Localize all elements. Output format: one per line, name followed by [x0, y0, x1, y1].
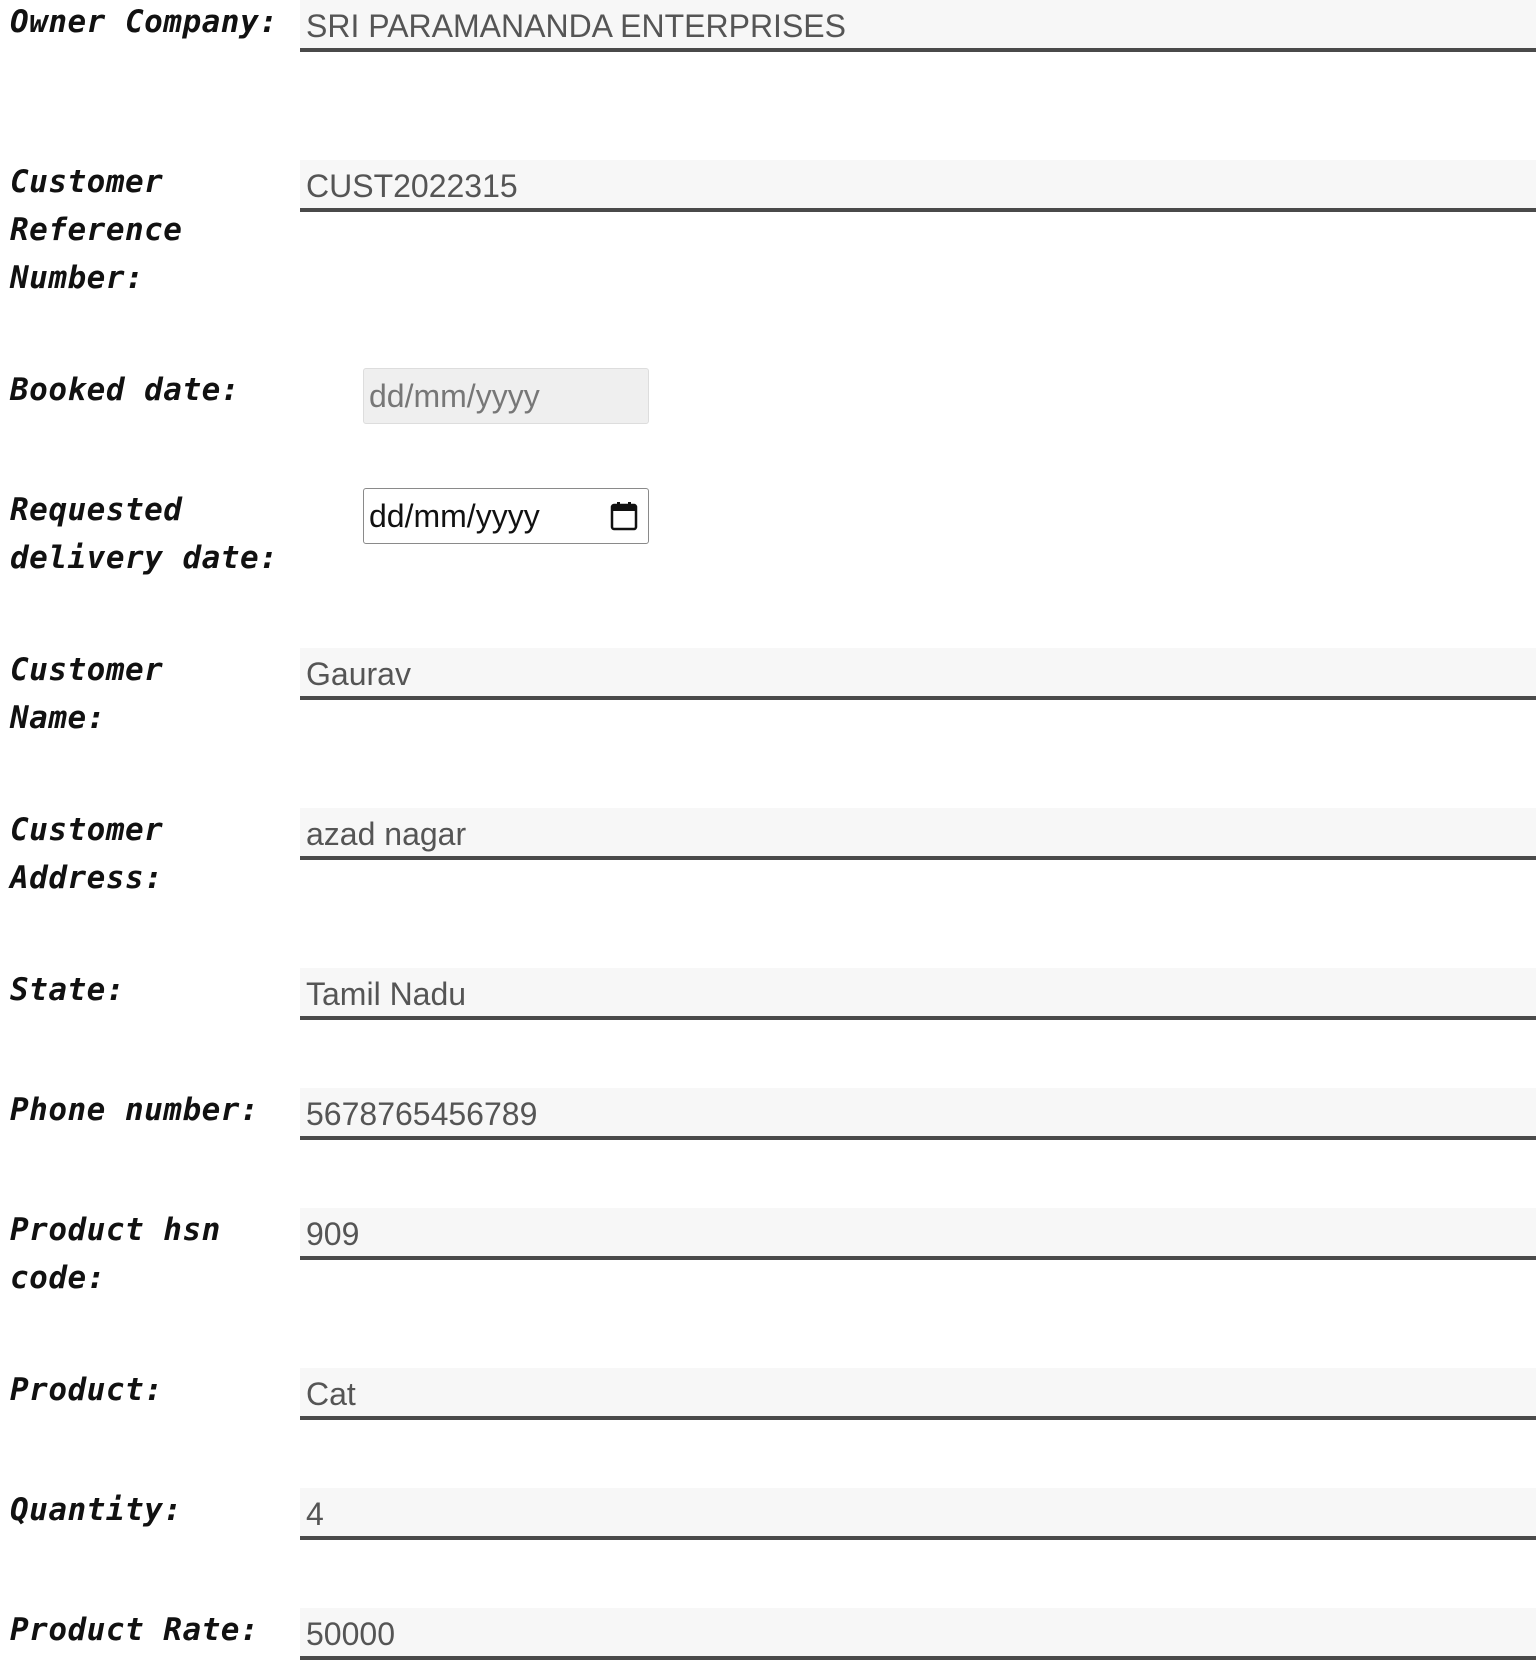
product-label: Product: [10, 1372, 164, 1408]
phone-number-value: 5678765456789 [306, 1096, 538, 1132]
quantity-field[interactable]: 4 [300, 1488, 1536, 1540]
product-hsn-code-value: 909 [306, 1216, 360, 1252]
calendar-icon[interactable] [610, 501, 638, 531]
owner-company-value: SRI PARAMANANDA ENTERPRISES [306, 8, 846, 44]
quantity-value: 4 [306, 1496, 324, 1532]
customer-name-value: Gaurav [306, 656, 411, 692]
state-value: Tamil Nadu [306, 976, 467, 1012]
product-value: Cat [306, 1376, 356, 1412]
product-field[interactable]: Cat [300, 1368, 1536, 1420]
product-hsn-code-label: Product hsn code: [10, 1212, 221, 1296]
product-rate-field[interactable]: 50000 [300, 1608, 1536, 1660]
product-rate-label: Product Rate: [10, 1612, 260, 1648]
customer-reference-number-label: Customer Reference Number: [10, 164, 183, 296]
customer-address-value: azad nagar [306, 816, 467, 852]
product-hsn-code-field[interactable]: 909 [300, 1208, 1536, 1260]
requested-delivery-date-input[interactable]: dd/mm/yyyy [363, 488, 649, 544]
requested-delivery-date-value: dd/mm/yyyy [369, 498, 540, 534]
requested-delivery-date-label: Requested delivery date: [10, 492, 279, 576]
customer-name-field[interactable]: Gaurav [300, 648, 1536, 700]
booked-date-label: Booked date: [10, 372, 240, 408]
order-form: Owner Company: SRI PARAMANANDA ENTERPRIS… [0, 0, 1536, 1660]
owner-company-field[interactable]: SRI PARAMANANDA ENTERPRISES [300, 0, 1536, 52]
state-label: State: [10, 972, 125, 1008]
customer-reference-number-value: CUST2022315 [306, 168, 518, 204]
customer-address-field[interactable]: azad nagar [300, 808, 1536, 860]
phone-number-label: Phone number: [10, 1092, 260, 1128]
state-field[interactable]: Tamil Nadu [300, 968, 1536, 1020]
quantity-label: Quantity: [10, 1492, 183, 1528]
customer-address-label: Customer Address: [10, 812, 164, 896]
customer-name-label: Customer Name: [10, 652, 164, 736]
phone-number-field[interactable]: 5678765456789 [300, 1088, 1536, 1140]
booked-date-input[interactable]: dd/mm/yyyy [363, 368, 649, 424]
customer-reference-number-field[interactable]: CUST2022315 [300, 160, 1536, 212]
booked-date-value: dd/mm/yyyy [369, 378, 540, 414]
product-rate-value: 50000 [306, 1616, 395, 1652]
owner-company-label: Owner Company: [10, 4, 279, 40]
